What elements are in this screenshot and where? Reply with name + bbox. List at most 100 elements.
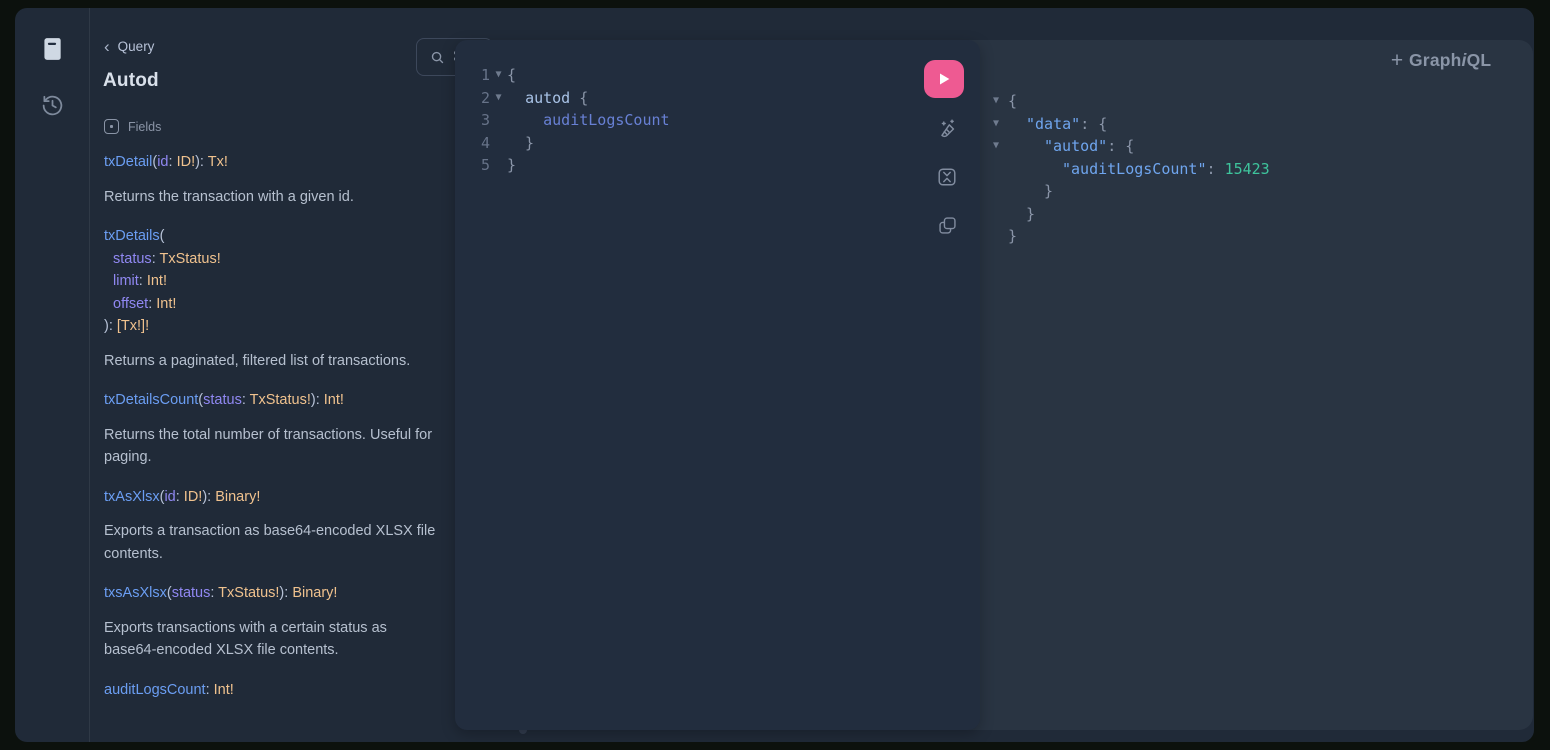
num-token: 15423: [1225, 160, 1270, 178]
breadcrumb-label: Query: [118, 39, 155, 54]
arg-token[interactable]: status: [113, 251, 152, 267]
search-icon: [430, 50, 445, 65]
field-description: Returns the total number of transactions…: [104, 424, 436, 469]
code-text: auditLogsCount: [507, 109, 670, 132]
editor-line: 1▼{: [455, 64, 980, 87]
token: [507, 111, 543, 129]
token: {: [570, 89, 588, 107]
token: :: [242, 392, 250, 408]
field-signature-line: txsAsXlsx(status: TxStatus!): Binary!: [104, 582, 436, 605]
code-text: autod {: [507, 87, 588, 110]
fold-arrow-icon[interactable]: ▼: [993, 90, 999, 113]
arg-token[interactable]: id: [157, 154, 168, 170]
response-line: }: [980, 203, 1533, 226]
token: {: [507, 66, 516, 84]
field-description: Exports a transaction as base64-encoded …: [104, 520, 436, 565]
token: }: [1044, 182, 1053, 200]
field-signature-line: auditLogsCount: Int!: [104, 679, 436, 702]
token: :: [206, 682, 214, 698]
fold-column: [490, 154, 507, 177]
line-number: 2: [455, 87, 490, 110]
response-line: }: [980, 180, 1533, 203]
field-signature-line: limit: Int!: [104, 270, 436, 293]
token: }: [507, 134, 534, 152]
token: :: [139, 273, 147, 289]
type-token[interactable]: Int!: [214, 682, 234, 698]
breadcrumb[interactable]: ‹ Query: [104, 39, 154, 54]
response-line: ▼"autod": {: [980, 135, 1533, 158]
type-token[interactable]: Tx!: [208, 154, 228, 170]
doc-title: Autod: [103, 70, 159, 92]
graphiql-window: ‹ Query Autod ⌘ K Fields txDetail(id: ID…: [15, 8, 1534, 742]
query-editor[interactable]: 1▼{2▼ autod {3 auditLogsCount4 }5}: [455, 40, 980, 177]
history-plugin-button[interactable]: [32, 85, 72, 125]
field-signature-line: txDetails(: [104, 225, 436, 248]
line-number: 4: [455, 132, 490, 155]
response-line: "auditLogsCount": 15423: [980, 158, 1533, 181]
token: ):: [195, 154, 208, 170]
docs-plugin-button[interactable]: [32, 29, 72, 69]
field-token[interactable]: txDetailsCount: [104, 392, 198, 408]
fold-arrow-icon[interactable]: ▼: [993, 113, 999, 136]
field-signature-line: txDetailsCount(status: TxStatus!): Int!: [104, 389, 436, 412]
field-description: Returns a paginated, filtered list of tr…: [104, 350, 436, 373]
doc-fields-list: txDetail(id: ID!): Tx!Returns the transa…: [104, 151, 436, 718]
type-token[interactable]: Binary!: [292, 585, 337, 601]
history-clock-icon: [40, 93, 65, 118]
type-token[interactable]: Int!: [324, 392, 344, 408]
arg-token[interactable]: status: [172, 585, 211, 601]
token: {: [1008, 92, 1017, 110]
type-token[interactable]: Binary!: [215, 489, 260, 505]
response-json: ▼{▼"data": {▼"autod": {"auditLogsCount":…: [980, 40, 1533, 248]
type-token[interactable]: TxStatus!: [250, 392, 311, 408]
field-token[interactable]: txsAsXlsx: [104, 585, 167, 601]
sessions-panel: 1▼{2▼ autod {3 auditLogsCount4 }5}: [455, 40, 1533, 730]
type-token[interactable]: ID!: [177, 154, 196, 170]
docs-book-icon: [39, 36, 65, 62]
type-token[interactable]: Int!: [156, 296, 176, 312]
field-signature-line: ): [Tx!]!: [104, 315, 436, 338]
merge-fragments-button[interactable]: [933, 163, 961, 191]
doc-field-entry: txAsXlsx(id: ID!): Binary!Exports a tran…: [104, 486, 436, 566]
editor-line: 3 auditLogsCount: [455, 109, 980, 132]
type-token[interactable]: TxStatus!: [159, 251, 220, 267]
field-signature-line: status: TxStatus!: [104, 248, 436, 271]
field-badge-icon: [104, 119, 119, 134]
field-token[interactable]: txDetail: [104, 154, 152, 170]
token: {: [1125, 137, 1134, 155]
doc-field-entry: txDetailsCount(status: TxStatus!): Int! R…: [104, 389, 436, 469]
field-token[interactable]: txAsXlsx: [104, 489, 160, 505]
fold-arrow-icon[interactable]: ▼: [993, 135, 999, 158]
code-text: }: [507, 154, 516, 177]
doc-field-entry: txDetail(id: ID!): Tx!Returns the transa…: [104, 151, 436, 208]
arg-token[interactable]: status: [203, 392, 242, 408]
fold-arrow-icon[interactable]: ▼: [490, 64, 507, 87]
merge-icon: [936, 166, 958, 188]
field-light-token: autod: [525, 89, 570, 107]
type-token[interactable]: Int!: [147, 273, 167, 289]
field-signature-line: offset: Int!: [104, 293, 436, 316]
graphiql-logo[interactable]: GraphiQL: [1409, 50, 1501, 71]
field-token[interactable]: txDetails: [104, 228, 160, 244]
arg-token[interactable]: offset: [113, 296, 148, 312]
copy-query-button[interactable]: [933, 211, 961, 239]
execute-query-button[interactable]: [924, 60, 964, 98]
fold-arrow-icon[interactable]: ▼: [490, 87, 507, 110]
type-token[interactable]: ID!: [184, 489, 203, 505]
arg-token[interactable]: limit: [113, 273, 139, 289]
code-text: {: [507, 64, 516, 87]
plugin-sidebar: [15, 8, 90, 742]
line-number: 1: [455, 64, 490, 87]
doc-explorer-panel: ‹ Query Autod ⌘ K Fields txDetail(id: ID…: [90, 8, 441, 742]
prettify-button[interactable]: [933, 115, 961, 143]
response-line: }: [980, 225, 1533, 248]
field-token[interactable]: auditLogsCount: [104, 682, 206, 698]
type-token[interactable]: [Tx!]!: [117, 318, 149, 334]
query-editor-panel: 1▼{2▼ autod {3 auditLogsCount4 }5}: [455, 40, 980, 730]
response-panel: ▼{▼"data": {▼"autod": {"auditLogsCount":…: [980, 40, 1533, 730]
arg-token[interactable]: id: [164, 489, 175, 505]
field-description: Exports transactions with a certain stat…: [104, 617, 436, 662]
type-token[interactable]: TxStatus!: [218, 585, 279, 601]
editor-line: 4 }: [455, 132, 980, 155]
token: :: [1107, 137, 1125, 155]
